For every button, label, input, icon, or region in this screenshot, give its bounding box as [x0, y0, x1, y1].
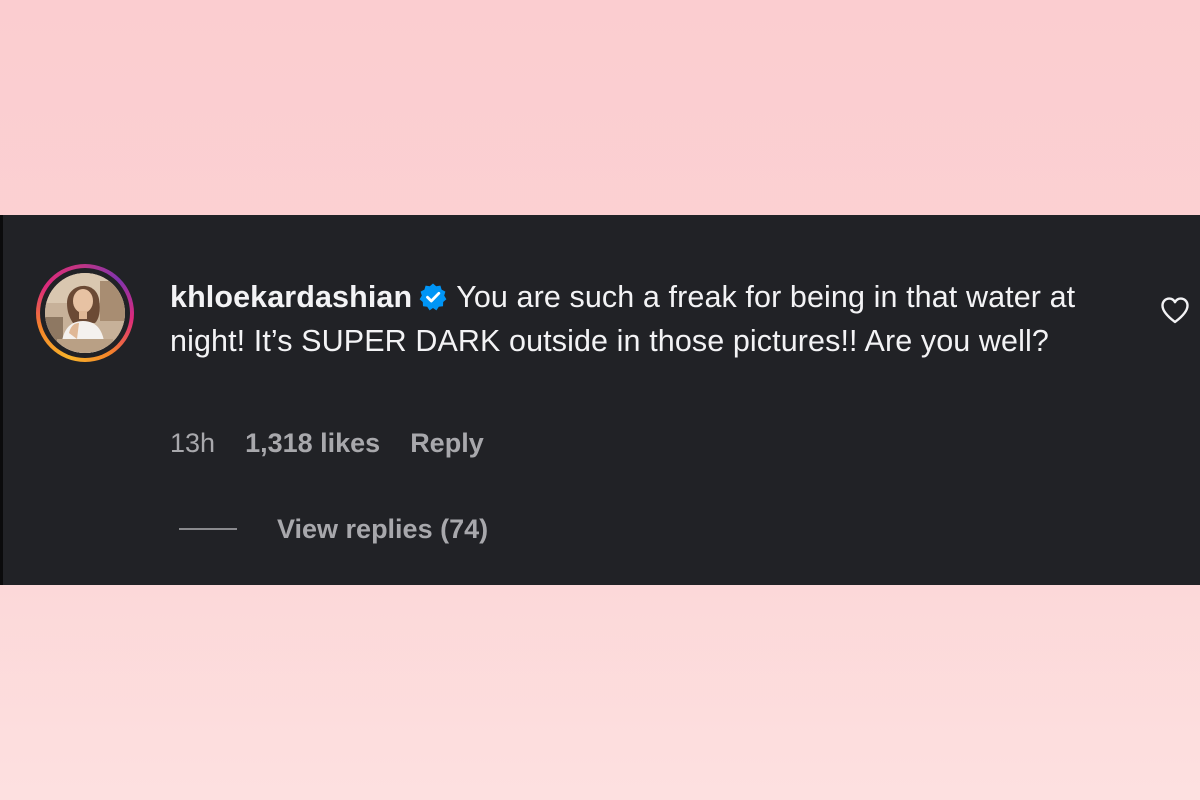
comment-username[interactable]: khloekardashian — [170, 280, 412, 314]
view-replies-button[interactable]: View replies (74) — [277, 514, 488, 545]
avatar[interactable] — [45, 273, 125, 353]
comment-body: khloekardashian You are such a freak for… — [170, 275, 1130, 363]
view-replies-row[interactable]: View replies (74) — [179, 509, 488, 549]
replies-divider — [179, 528, 237, 530]
heart-outline-icon[interactable] — [1159, 295, 1191, 325]
comment-panel: khloekardashian You are such a freak for… — [0, 215, 1200, 585]
reply-button[interactable]: Reply — [410, 428, 484, 459]
comment-meta: 13h 1,318 likes Reply — [170, 423, 484, 463]
avatar-photo — [45, 273, 125, 353]
comment-like-count[interactable]: 1,318 likes — [245, 428, 380, 459]
comment-timestamp: 13h — [170, 427, 216, 458]
verified-badge-icon — [419, 283, 447, 311]
avatar-story-ring[interactable] — [36, 264, 134, 362]
